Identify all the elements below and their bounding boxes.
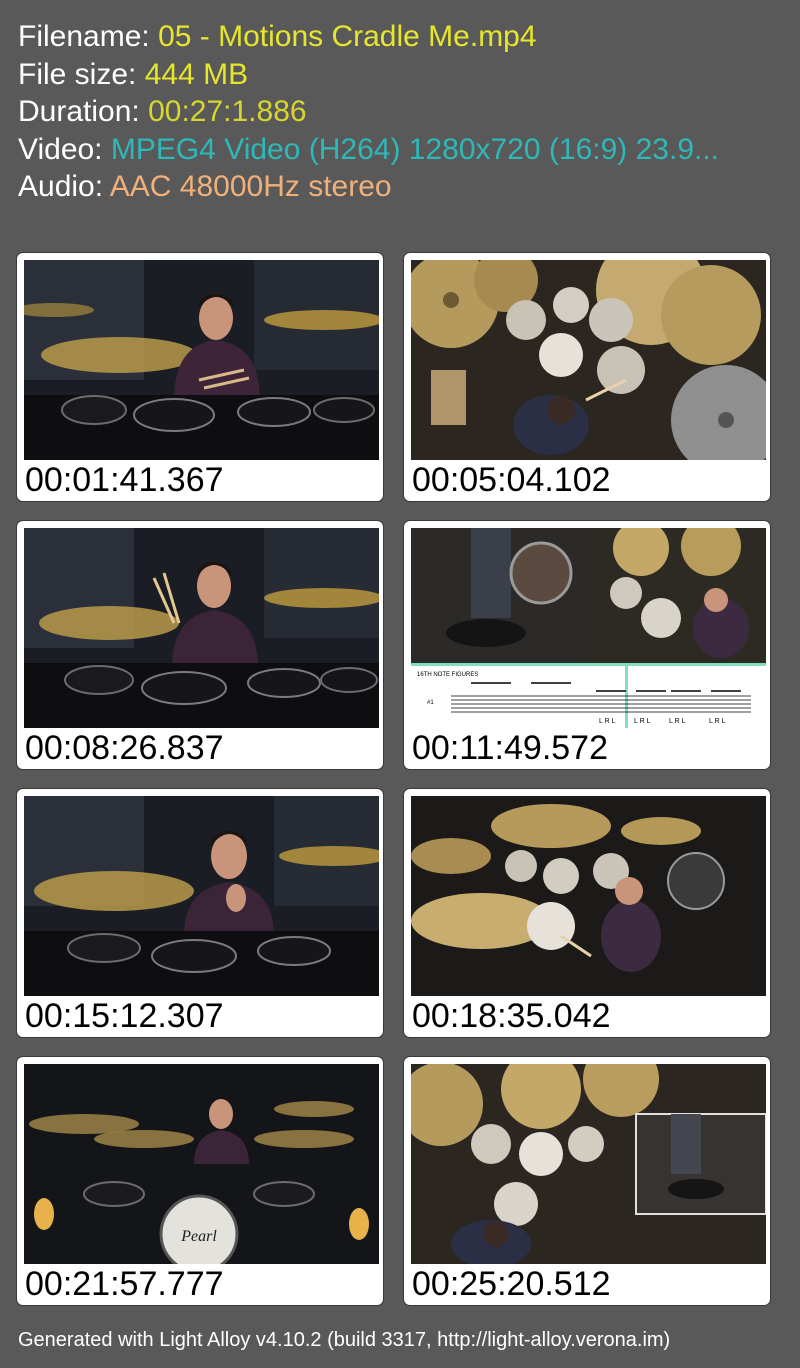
audio-row: Audio: AAC 48000Hz stereo [18, 168, 719, 206]
file-info: Filename: 05 - Motions Cradle Me.mp4 Fil… [18, 18, 719, 206]
thumbnail-sheet: { "info": { "filename": {"label": "Filen… [0, 0, 800, 1368]
timestamp-8: 00:25:20.512 [412, 1265, 611, 1303]
thumbnail-6[interactable]: 00:18:35.042 [404, 789, 770, 1037]
sticking-4: L R L [709, 718, 726, 725]
frame-image-overhead-kit [411, 260, 766, 460]
video-frame-4: 16TH NOTE FIGURES #1 L R L L R L L R L L… [411, 528, 766, 728]
video-value: MPEG4 Video (H264) 1280x720 (16:9) 23.9.… [110, 132, 720, 166]
timestamp-6: 00:18:35.042 [412, 997, 611, 1035]
audio-value: AAC 48000Hz stereo [109, 170, 392, 203]
filename-row: Filename: 05 - Motions Cradle Me.mp4 [18, 18, 719, 56]
thumbnail-2[interactable]: 00:05:04.102 [404, 253, 770, 501]
frame-image-front-gesture [24, 796, 379, 996]
video-row: Video: MPEG4 Video (H264) 1280x720 (16:9… [18, 131, 719, 169]
frame-image-overhead-angled [411, 796, 766, 996]
video-frame-8 [411, 1064, 766, 1264]
frame-image-overhead-inset [411, 1064, 766, 1264]
timestamp-5: 00:15:12.307 [25, 997, 224, 1035]
filename-value: 05 - Motions Cradle Me.mp4 [158, 20, 537, 53]
duration-label: Duration: [18, 95, 149, 128]
timestamp-7: 00:21:57.777 [25, 1265, 224, 1303]
thumbnail-4[interactable]: 16TH NOTE FIGURES #1 L R L L R L L R L L… [404, 521, 770, 769]
video-frame-6 [411, 796, 766, 996]
thumbnail-1[interactable]: 00:01:41.367 [17, 253, 383, 501]
notation-title: 16TH NOTE FIGURES [417, 672, 478, 678]
thumbnail-3[interactable]: 00:08:26.837 [17, 521, 383, 769]
generator-credit: Generated with Light Alloy v4.10.2 (buil… [18, 1329, 671, 1351]
bass-drum-logo: Pearl [180, 1228, 217, 1245]
timestamp-2: 00:05:04.102 [412, 461, 611, 499]
sticking-3: L R L [669, 718, 686, 725]
thumbnail-7[interactable]: Pearl 00:21:57.777 [17, 1057, 383, 1305]
sticking-2: L R L [634, 718, 651, 725]
sticking-1: L R L [599, 718, 616, 725]
filesize-label: File size: [18, 57, 145, 91]
filesize-row: File size: 444 MB [18, 56, 719, 94]
frame-image-split-notation: 16TH NOTE FIGURES #1 L R L L R L L R L L… [411, 528, 766, 728]
video-frame-3 [24, 528, 379, 728]
video-frame-7: Pearl [24, 1064, 379, 1264]
timestamp-3: 00:08:26.837 [25, 729, 224, 767]
duration-value: 00:27:1.886 [148, 95, 307, 128]
video-frame-2 [411, 260, 766, 460]
frame-image-wide-lamps: Pearl [24, 1064, 379, 1264]
timestamp-4: 00:11:49.572 [412, 729, 608, 767]
timestamp-1: 00:01:41.367 [25, 461, 224, 499]
filename-label: Filename: [18, 20, 159, 53]
video-label: Video: [18, 132, 111, 166]
duration-row: Duration: 00:27:1.886 [18, 93, 719, 131]
frame-image-front-sticks [24, 528, 379, 728]
video-frame-5 [24, 796, 379, 996]
thumbnail-8[interactable]: 00:25:20.512 [404, 1057, 770, 1305]
audio-label: Audio: [18, 170, 110, 203]
notation-number: #1 [427, 700, 434, 706]
thumbnail-5[interactable]: 00:15:12.307 [17, 789, 383, 1037]
frame-image-front-talking [24, 260, 379, 460]
filesize-value: 444 MB [144, 57, 249, 91]
video-frame-1 [24, 260, 379, 460]
